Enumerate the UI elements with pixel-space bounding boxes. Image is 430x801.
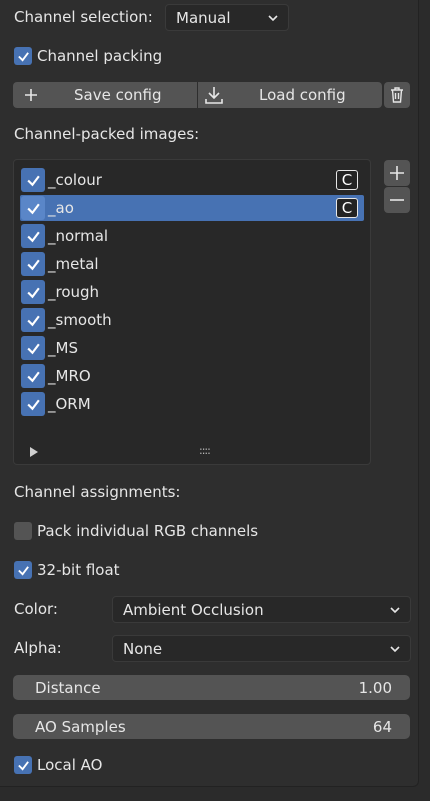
channel-packing-checkbox[interactable] bbox=[14, 47, 32, 65]
alpha-label: Alpha: bbox=[14, 639, 62, 657]
list-item[interactable]: _smooth bbox=[20, 307, 364, 333]
packed-images-list[interactable]: _colour C _ao C _normal _metal _rough _smooth _M… bbox=[13, 159, 371, 465]
list-item[interactable]: _MRO bbox=[20, 363, 364, 389]
ao-samples-label: AO Samples bbox=[35, 717, 126, 736]
list-item-label: _normal bbox=[48, 227, 109, 245]
delete-config-button[interactable] bbox=[384, 82, 410, 108]
list-item[interactable]: _MS bbox=[20, 335, 364, 361]
local-ao-checkbox[interactable] bbox=[14, 756, 32, 774]
resize-grip[interactable]: :::: bbox=[199, 444, 211, 457]
checkmark-icon bbox=[17, 51, 29, 62]
list-item-label: _metal bbox=[48, 255, 99, 273]
float32-label: 32-bit float bbox=[37, 561, 120, 579]
add-item-button[interactable] bbox=[384, 160, 410, 186]
distance-slider[interactable]: Distance 1.00 bbox=[13, 675, 410, 700]
list-item-checkbox[interactable] bbox=[21, 364, 45, 388]
load-config-label: Load config bbox=[259, 86, 346, 104]
list-item-label: _MRO bbox=[48, 367, 91, 385]
list-item-checkbox[interactable] bbox=[21, 336, 45, 360]
list-item[interactable]: _normal bbox=[20, 223, 364, 249]
chevron-down-icon bbox=[390, 645, 400, 652]
list-item[interactable]: _ORM bbox=[20, 391, 364, 417]
list-item-label: _smooth bbox=[48, 311, 112, 329]
alpha-dropdown[interactable]: None bbox=[112, 635, 411, 662]
checkmark-icon bbox=[26, 399, 40, 410]
ao-samples-slider[interactable]: AO Samples 64 bbox=[13, 714, 410, 739]
list-item-checkbox[interactable] bbox=[21, 392, 45, 416]
list-item-badge: C bbox=[336, 170, 358, 190]
ao-samples-value: 64 bbox=[372, 717, 392, 736]
channel-selection-label: Channel selection: bbox=[14, 8, 153, 26]
list-item-checkbox[interactable] bbox=[21, 224, 45, 248]
list-item[interactable]: _metal bbox=[20, 251, 364, 277]
checkmark-icon bbox=[26, 343, 40, 354]
local-ao-label: Local AO bbox=[37, 756, 103, 774]
chevron-down-icon bbox=[390, 606, 400, 613]
list-item-badge: C bbox=[336, 198, 358, 218]
download-icon bbox=[205, 87, 223, 104]
chevron-down-icon bbox=[268, 14, 278, 21]
load-config-button[interactable]: Load config bbox=[198, 82, 382, 108]
channel-assignments-label: Channel assignments: bbox=[14, 483, 181, 501]
list-item-checkbox[interactable] bbox=[21, 252, 45, 276]
plus-icon bbox=[390, 166, 404, 180]
list-item[interactable]: _ao C bbox=[20, 195, 364, 221]
list-item-checkbox[interactable] bbox=[21, 196, 45, 220]
minus-icon bbox=[390, 199, 404, 201]
checkmark-icon bbox=[26, 259, 40, 270]
expand-triangle-icon[interactable] bbox=[30, 447, 38, 457]
list-item[interactable]: _colour C bbox=[20, 167, 364, 193]
list-item-checkbox[interactable] bbox=[21, 308, 45, 332]
save-config-button[interactable]: Save config bbox=[13, 82, 197, 108]
save-config-label: Save config bbox=[74, 86, 162, 104]
channel-packing-label: Channel packing bbox=[37, 47, 163, 65]
checkmark-icon bbox=[26, 315, 40, 326]
list-item[interactable]: _rough bbox=[20, 279, 364, 305]
channel-selection-dropdown[interactable]: Manual bbox=[165, 4, 289, 31]
list-item-checkbox[interactable] bbox=[21, 168, 45, 192]
channel-selection-value: Manual bbox=[176, 8, 231, 27]
list-item-label: _ao bbox=[48, 199, 74, 217]
pack-rgb-checkbox[interactable] bbox=[14, 522, 32, 540]
list-item-label: _ORM bbox=[48, 395, 91, 413]
plus-icon bbox=[25, 89, 37, 101]
color-value: Ambient Occlusion bbox=[123, 600, 264, 619]
trash-icon bbox=[391, 87, 403, 103]
properties-panel: Channel selection: Manual Channel packin… bbox=[0, 0, 419, 787]
checkmark-icon bbox=[17, 760, 29, 771]
color-label: Color: bbox=[14, 600, 58, 618]
list-item-checkbox[interactable] bbox=[21, 280, 45, 304]
checkmark-icon bbox=[17, 565, 29, 576]
distance-value: 1.00 bbox=[358, 678, 392, 697]
checkmark-icon bbox=[26, 371, 40, 382]
list-item-label: _rough bbox=[48, 283, 100, 301]
distance-label: Distance bbox=[35, 678, 101, 697]
checkmark-icon bbox=[26, 287, 40, 298]
color-dropdown[interactable]: Ambient Occlusion bbox=[112, 596, 411, 623]
alpha-value: None bbox=[123, 639, 163, 658]
list-item-label: _colour bbox=[48, 171, 102, 189]
float32-checkbox[interactable] bbox=[14, 561, 32, 579]
pack-rgb-label: Pack individual RGB channels bbox=[37, 522, 259, 540]
packed-images-label: Channel-packed images: bbox=[14, 125, 200, 143]
remove-item-button[interactable] bbox=[384, 187, 410, 213]
checkmark-icon bbox=[26, 203, 40, 214]
checkmark-icon bbox=[26, 231, 40, 242]
list-item-label: _MS bbox=[48, 339, 78, 357]
checkmark-icon bbox=[26, 175, 40, 186]
